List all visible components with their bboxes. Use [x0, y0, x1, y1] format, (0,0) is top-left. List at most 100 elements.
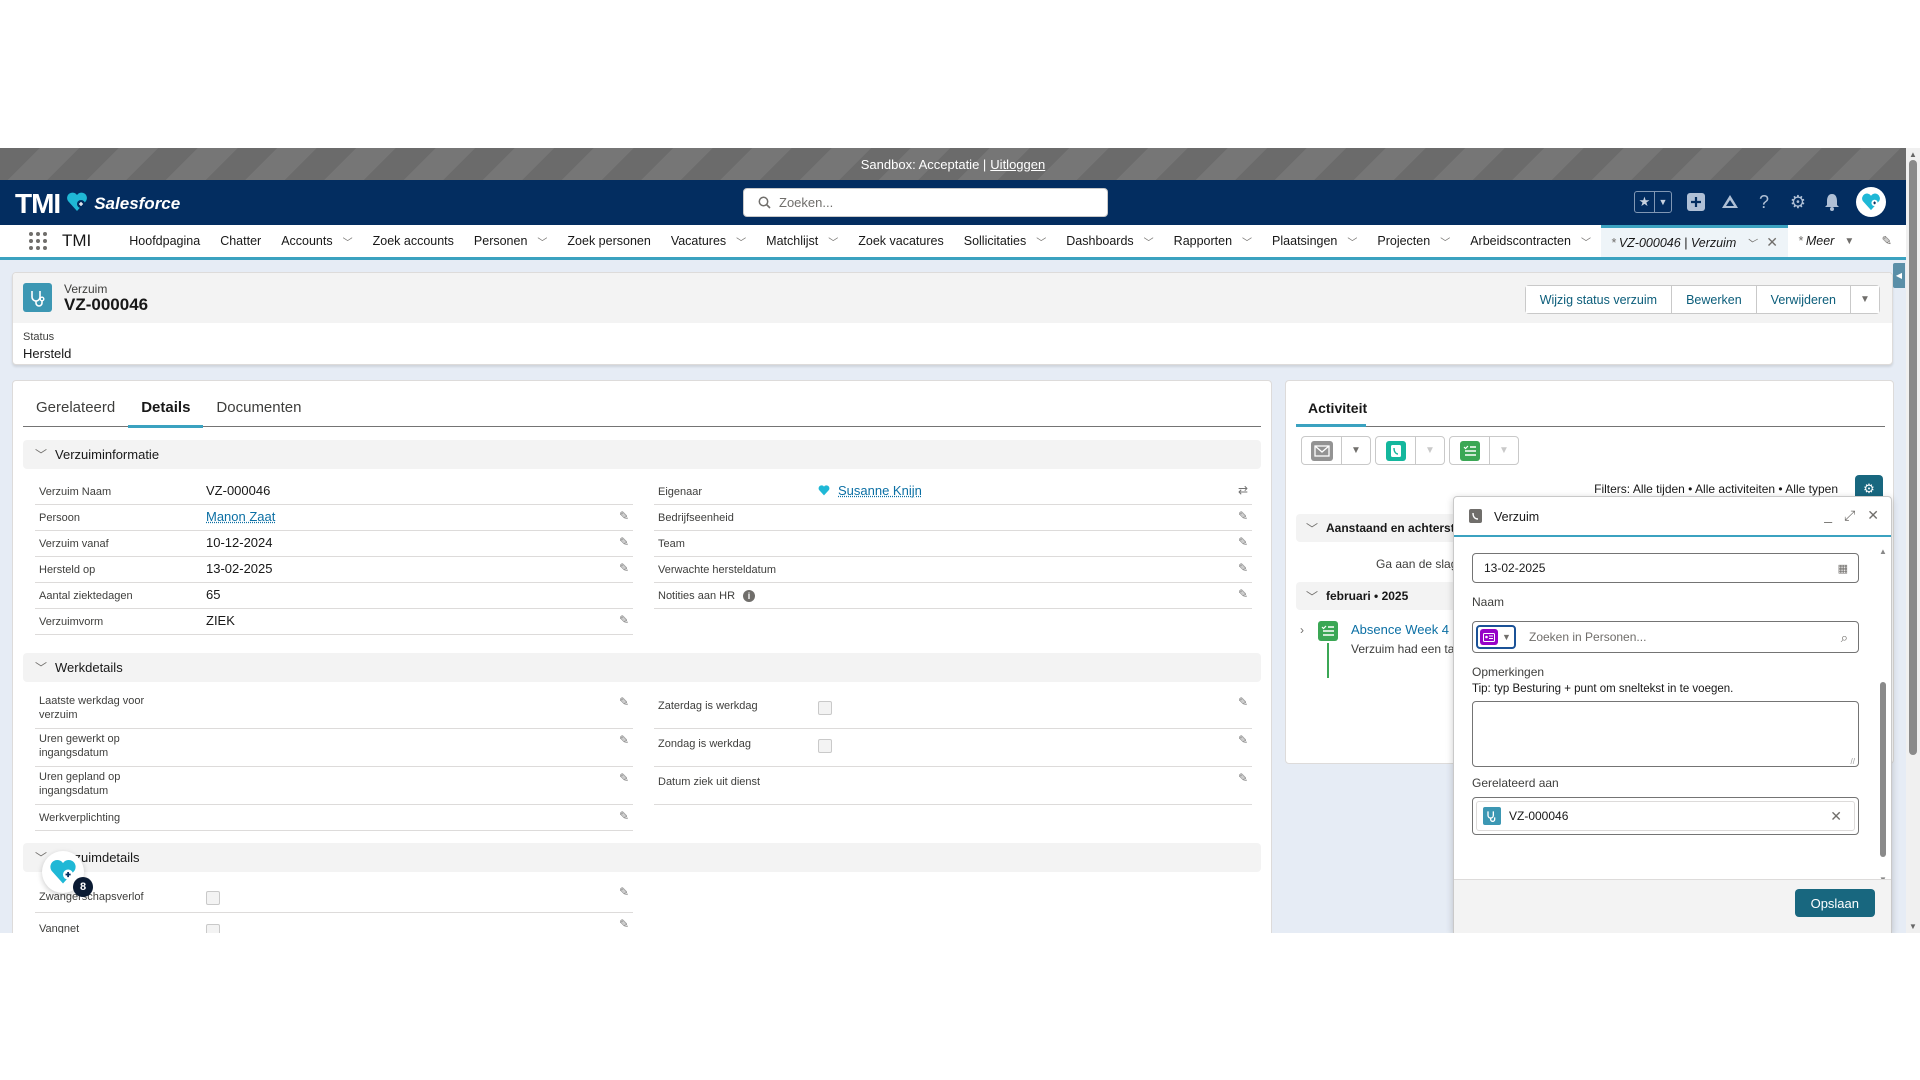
new-task-action[interactable]: ▼: [1449, 436, 1519, 465]
edit-pencil-icon[interactable]: ✎: [1238, 695, 1248, 709]
expand-chevron-icon[interactable]: ›: [1300, 623, 1304, 637]
vangnet-checkbox[interactable]: [206, 924, 220, 933]
nav-item-rapporten[interactable]: Rapporten ﹀: [1164, 225, 1262, 257]
global-search-input[interactable]: Zoeken...: [743, 188, 1108, 217]
edit-pencil-icon[interactable]: ✎: [1238, 561, 1248, 575]
scroll-up-arrow[interactable]: ▲: [1879, 547, 1887, 556]
chevron-down-icon[interactable]: ﹀: [1347, 234, 1357, 249]
favorites-dropdown-icon[interactable]: ▼: [1655, 192, 1671, 212]
email-icon[interactable]: [1302, 437, 1342, 464]
owner-link[interactable]: Susanne Knijn: [818, 483, 922, 499]
logout-link[interactable]: Uitloggen: [990, 157, 1045, 172]
nav-more-menu[interactable]: * Meer ▼: [1788, 225, 1864, 257]
chevron-down-icon[interactable]: ﹀: [1242, 234, 1252, 249]
expand-icon[interactable]: ⤢: [1844, 507, 1855, 524]
save-button[interactable]: Opslaan: [1794, 889, 1875, 917]
chevron-down-icon[interactable]: ﹀: [736, 234, 746, 249]
nav-item-vacatures[interactable]: Vacatures ﹀: [661, 225, 756, 257]
nav-item-dashboards[interactable]: Dashboards ﹀: [1056, 225, 1163, 257]
object-type-picker[interactable]: ▼: [1476, 625, 1516, 649]
chevron-down-icon[interactable]: ﹀: [1440, 234, 1450, 249]
info-icon[interactable]: i: [743, 590, 756, 602]
related-to-input[interactable]: VZ-000046 ✕: [1472, 797, 1859, 835]
help-icon[interactable]: ?: [1754, 192, 1774, 212]
setup-gear-icon[interactable]: ⚙: [1788, 192, 1808, 212]
minimize-icon[interactable]: _: [1824, 507, 1832, 524]
nav-item-personen[interactable]: Personen ﹀: [464, 225, 558, 257]
tab-details[interactable]: Details: [128, 391, 204, 428]
zondag-checkbox[interactable]: [818, 739, 832, 753]
edit-pencil-icon[interactable]: ✎: [619, 561, 629, 575]
edit-pencil-icon[interactable]: ✎: [619, 695, 629, 709]
section-verzuiminformatie[interactable]: ﹀ Verzuiminformatie: [23, 440, 1261, 469]
favorites-star-icon[interactable]: ★: [1635, 192, 1655, 212]
nav-item-chatter[interactable]: Chatter: [210, 225, 271, 257]
app-logo[interactable]: TMI Salesforce: [15, 188, 180, 220]
edit-pencil-icon[interactable]: ✎: [1238, 733, 1248, 747]
persoon-link[interactable]: Manon Zaat: [206, 509, 275, 524]
nav-item-accounts[interactable]: Accounts ﹀: [271, 225, 362, 257]
zaterdag-checkbox[interactable]: [818, 701, 832, 715]
chevron-down-icon[interactable]: ﹀: [1036, 234, 1046, 249]
composer-scrollbar[interactable]: ▲ ▼: [1879, 547, 1887, 884]
zwangerschapsverlof-checkbox[interactable]: [206, 891, 220, 905]
edit-pencil-icon[interactable]: ✎: [1238, 587, 1248, 601]
edit-pencil-icon[interactable]: ✎: [619, 771, 629, 785]
edit-pencil-icon[interactable]: ✎: [619, 917, 629, 931]
favorites-button[interactable]: ★ ▼: [1634, 191, 1672, 213]
owner-name[interactable]: Susanne Knijn: [838, 483, 922, 498]
timeline-item-title[interactable]: Absence Week 4: [1351, 622, 1449, 637]
nav-item-arbeidscontracten[interactable]: Arbeidscontracten ﹀: [1460, 225, 1601, 257]
global-add-icon[interactable]: [1686, 192, 1706, 212]
remove-related-icon[interactable]: ✕: [1830, 808, 1842, 825]
user-avatar[interactable]: [1856, 187, 1886, 217]
call-log-icon[interactable]: [1376, 437, 1416, 464]
nav-item-zoek-accounts[interactable]: Zoek accounts: [363, 225, 464, 257]
edit-pencil-icon[interactable]: ✎: [1238, 771, 1248, 785]
scrollbar-thumb[interactable]: [1909, 160, 1917, 755]
tab-vz-000046[interactable]: * VZ-000046 | Verzuim ﹀ ✕: [1600, 225, 1788, 257]
edit-pencil-icon[interactable]: ✎: [619, 509, 629, 523]
tab-activiteit[interactable]: Activiteit: [1296, 391, 1885, 427]
close-icon[interactable]: ✕: [1867, 507, 1879, 524]
email-action[interactable]: ▼: [1301, 436, 1371, 465]
chevron-down-icon[interactable]: ﹀: [537, 234, 547, 249]
chevron-down-icon[interactable]: ﹀: [1746, 235, 1756, 250]
collapse-panel-handle[interactable]: ◀: [1893, 263, 1905, 288]
calendar-icon[interactable]: ▦: [1838, 562, 1848, 575]
edit-pencil-icon[interactable]: ✎: [619, 613, 629, 627]
edit-button[interactable]: Bewerken: [1672, 286, 1757, 313]
date-input[interactable]: 13-02-2025 ▦: [1472, 553, 1859, 583]
more-actions-dropdown[interactable]: ▼: [1851, 286, 1879, 313]
section-werkdetails[interactable]: ﹀ Werkdetails: [23, 653, 1261, 682]
tab-documenten[interactable]: Documenten: [203, 391, 314, 427]
change-owner-icon[interactable]: ⇄: [1238, 483, 1248, 497]
tab-gerelateerd[interactable]: Gerelateerd: [23, 391, 128, 427]
nav-item-zoek-vacatures[interactable]: Zoek vacatures: [848, 225, 953, 257]
section-verzuimdetails[interactable]: ﹀ Verzuimdetails: [23, 843, 1261, 872]
delete-button[interactable]: Verwijderen: [1756, 286, 1851, 313]
page-scrollbar[interactable]: ▲ ▼: [1906, 148, 1920, 933]
nav-item-sollicitaties[interactable]: Sollicitaties ﹀: [954, 225, 1057, 257]
trailhead-icon[interactable]: [1720, 192, 1740, 212]
notifications-bell-icon[interactable]: [1822, 192, 1842, 212]
scroll-up-arrow[interactable]: ▲: [1909, 150, 1917, 159]
chevron-down-icon[interactable]: ﹀: [1581, 234, 1591, 249]
nav-item-plaatsingen[interactable]: Plaatsingen ﹀: [1262, 225, 1367, 257]
edit-pencil-icon[interactable]: ✎: [619, 733, 629, 747]
edit-nav-pencil-icon[interactable]: ✎: [1882, 233, 1892, 248]
task-icon[interactable]: [1450, 437, 1490, 464]
nav-item-hoofdpagina[interactable]: Hoofdpagina: [119, 225, 210, 257]
email-dropdown-icon[interactable]: ▼: [1342, 437, 1370, 464]
scrollbar-thumb[interactable]: [1880, 682, 1886, 857]
nav-item-matchlijst[interactable]: Matchlijst ﹀: [756, 225, 848, 257]
edit-pencil-icon[interactable]: ✎: [619, 809, 629, 823]
edit-pencil-icon[interactable]: ✎: [619, 535, 629, 549]
close-tab-icon[interactable]: ✕: [1766, 234, 1778, 251]
composer-header[interactable]: Verzuim _ ⤢ ✕: [1454, 497, 1891, 537]
scroll-down-arrow[interactable]: ▼: [1909, 922, 1917, 931]
opmerkingen-textarea[interactable]: [1472, 701, 1859, 767]
chevron-down-icon[interactable]: ﹀: [343, 234, 353, 249]
change-status-button[interactable]: Wijzig status verzuim: [1525, 286, 1673, 313]
log-call-action[interactable]: ▼: [1375, 436, 1445, 465]
